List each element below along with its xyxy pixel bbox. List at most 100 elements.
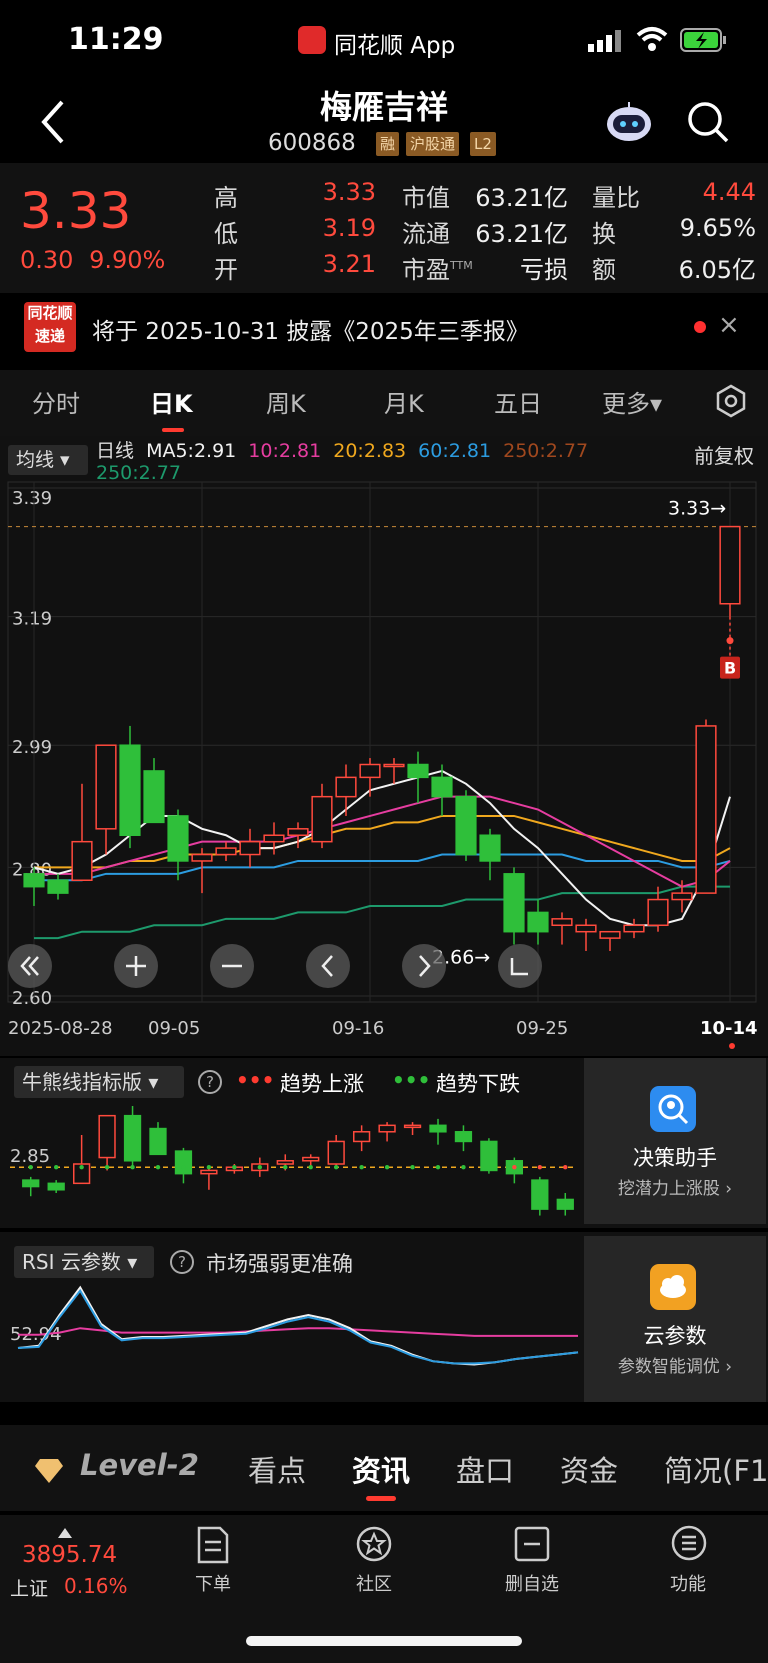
tab-daily-k[interactable]: 日K bbox=[150, 384, 193, 419]
home-indicator[interactable] bbox=[246, 1636, 522, 1646]
indicator2-selector[interactable]: RSI 云参数 ▾ bbox=[14, 1246, 154, 1278]
bull-bear-chart bbox=[10, 1106, 574, 1216]
ind1-body bbox=[98, 1114, 116, 1159]
trend-dot bbox=[28, 1165, 33, 1170]
candle-body bbox=[527, 911, 549, 933]
ind1-body bbox=[200, 1169, 218, 1175]
ind1-body bbox=[378, 1124, 396, 1133]
footer-order[interactable]: 下单 bbox=[163, 1570, 263, 1596]
indicator1-selector[interactable]: 牛熊线指标版 ▾ bbox=[14, 1066, 184, 1098]
bottom-tab-underline bbox=[366, 1496, 396, 1501]
x-tick-label: 09-25 bbox=[516, 1018, 568, 1039]
trend-dot bbox=[283, 1165, 288, 1170]
tab-weekly-k[interactable]: 周K bbox=[266, 384, 306, 419]
ind1-body bbox=[22, 1179, 40, 1188]
x-tick-label: 10-14 bbox=[700, 1018, 758, 1039]
candle-body bbox=[479, 834, 501, 862]
trend-dot bbox=[359, 1165, 364, 1170]
candle-body bbox=[71, 840, 93, 882]
candle-body bbox=[95, 744, 117, 830]
close-icon[interactable]: × bbox=[718, 310, 740, 340]
tab-intraday[interactable]: 分时 bbox=[32, 384, 80, 419]
footer-community[interactable]: 社区 bbox=[324, 1570, 424, 1596]
ind1-body bbox=[149, 1127, 167, 1156]
candle-body bbox=[407, 763, 429, 779]
buy-badge-label: B bbox=[724, 659, 736, 678]
candle-body bbox=[575, 924, 597, 933]
trend-dot bbox=[155, 1165, 161, 1170]
menu-icon[interactable] bbox=[670, 1524, 708, 1562]
cloud-params-title: 云参数 bbox=[643, 1324, 707, 1348]
tab-highlights[interactable]: 看点 bbox=[248, 1448, 306, 1490]
plot-frame bbox=[7, 481, 757, 1003]
tab-monthly-k[interactable]: 月K bbox=[384, 384, 424, 419]
y-tick-label: 3.39 bbox=[12, 488, 52, 509]
decision-assistant-sub: 挖潜力上涨股 › bbox=[617, 1179, 733, 1199]
candle-body bbox=[671, 892, 693, 901]
help-icon-2[interactable]: ? bbox=[170, 1250, 194, 1274]
trend-dot bbox=[537, 1165, 543, 1170]
community-icon[interactable] bbox=[354, 1524, 394, 1564]
help-icon[interactable]: ? bbox=[198, 1070, 222, 1094]
trend-dot bbox=[181, 1165, 186, 1170]
down-label: 趋势下跌 bbox=[436, 1072, 520, 1096]
today-dot-icon bbox=[729, 1043, 735, 1049]
turnover-value: 9.65% bbox=[679, 214, 756, 242]
candle-body bbox=[191, 853, 213, 862]
remove-watchlist-icon[interactable] bbox=[514, 1526, 550, 1562]
mcap-label: 市值 bbox=[402, 184, 450, 212]
y-tick-label: 2.99 bbox=[12, 737, 52, 758]
assistant-robot-icon[interactable] bbox=[604, 100, 654, 144]
trend-dot bbox=[232, 1165, 237, 1170]
scroll-right-icon[interactable] bbox=[402, 944, 446, 988]
candle-body bbox=[263, 834, 285, 843]
candle-body bbox=[335, 776, 357, 798]
rsi-chart bbox=[17, 1285, 579, 1366]
ind1-body bbox=[327, 1140, 345, 1165]
candle-body bbox=[431, 776, 453, 798]
vr-value: 4.44 bbox=[702, 178, 756, 206]
open-value: 3.21 bbox=[322, 250, 376, 278]
index-name: 上证 bbox=[10, 1578, 49, 1600]
decision-assistant-title: 决策助手 bbox=[633, 1146, 717, 1170]
tag-connect: 沪股通 bbox=[406, 132, 460, 156]
up-arrow-icon bbox=[58, 1528, 72, 1538]
tab-news[interactable]: 资讯 bbox=[352, 1448, 410, 1490]
turnover-label: 换 bbox=[592, 220, 616, 248]
tab-level2[interactable]: Level-2 bbox=[80, 1448, 199, 1482]
search-icon[interactable] bbox=[686, 100, 730, 144]
down-marker: ••• bbox=[392, 1068, 431, 1092]
candle-body bbox=[239, 840, 261, 856]
footer-functions[interactable]: 功能 bbox=[638, 1570, 738, 1596]
scroll-left-icon[interactable] bbox=[306, 944, 350, 988]
settings-hexagon-icon[interactable] bbox=[714, 384, 748, 418]
candle-body bbox=[359, 763, 381, 779]
candle-body bbox=[383, 763, 405, 768]
footer-remove-watchlist[interactable]: 删自选 bbox=[482, 1570, 582, 1596]
tab-capital[interactable]: 资金 bbox=[560, 1448, 618, 1490]
y-tick-label: 2.60 bbox=[12, 988, 52, 1009]
tab-orderbook[interactable]: 盘口 bbox=[456, 1448, 514, 1490]
change-percent: 9.90% bbox=[89, 246, 166, 274]
logo-top-text: 同花顺 bbox=[27, 304, 73, 322]
cloud-params-card[interactable] bbox=[584, 1236, 766, 1402]
tab-more[interactable]: 更多▾ bbox=[602, 384, 662, 419]
order-icon[interactable] bbox=[196, 1526, 230, 1564]
index-value[interactable]: 3895.74 bbox=[22, 1542, 117, 1568]
tab-five-day[interactable]: 五日 bbox=[494, 384, 542, 419]
notice-text[interactable]: 将于 2025-10-31 披露《2025年三季报》 bbox=[92, 312, 529, 346]
ind1-body bbox=[531, 1179, 549, 1210]
tab-profile[interactable]: 简况(F10 bbox=[664, 1448, 768, 1490]
up-label: 趋势上涨 bbox=[280, 1072, 364, 1096]
x-tick-label: 09-05 bbox=[148, 1018, 200, 1039]
fullscreen-icon[interactable] bbox=[498, 944, 542, 988]
status-time: 11:29 bbox=[68, 22, 164, 57]
y-tick-label: 3.19 bbox=[12, 609, 52, 630]
trend-dot bbox=[130, 1165, 135, 1170]
decision-assistant-card[interactable] bbox=[584, 1058, 766, 1224]
trend-dot bbox=[53, 1165, 59, 1170]
unread-dot-icon bbox=[694, 321, 706, 333]
candle-body bbox=[287, 828, 309, 836]
ind1-body bbox=[174, 1150, 193, 1175]
kline-chart[interactable]: 3.393.192.992.802.602025-08-28 09-05 09-16… bbox=[0, 436, 768, 1056]
